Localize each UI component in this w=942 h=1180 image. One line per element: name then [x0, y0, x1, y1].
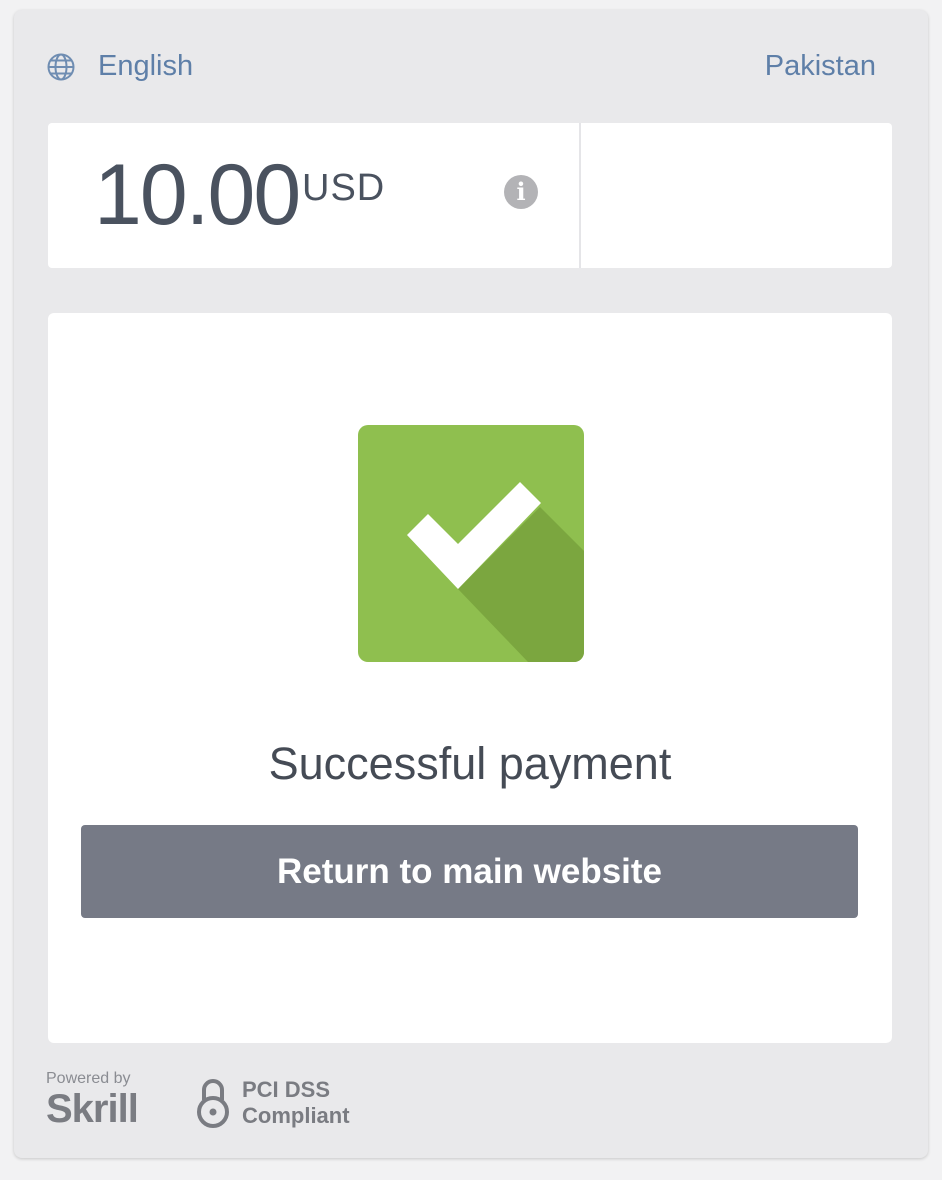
checkmark-icon	[358, 425, 584, 662]
payment-window: English Pakistan 10.00 USD i Successful …	[14, 10, 928, 1158]
amount-divider	[579, 123, 581, 268]
footer: Powered by Skrill PCI DSS Compliant	[46, 1070, 906, 1150]
pci-line-1: PCI DSS	[242, 1077, 331, 1102]
success-message: Successful payment	[268, 738, 672, 789]
language-label: English	[98, 50, 194, 82]
lock-icon	[197, 1079, 229, 1128]
top-bar: English Pakistan	[14, 10, 928, 122]
powered-by-label: Powered by	[46, 1070, 131, 1087]
pci-dss-text: PCI DSS Compliant	[242, 1077, 350, 1129]
result-card: Successful payment Return to main websit…	[48, 313, 892, 1043]
info-icon[interactable]: i	[504, 175, 538, 209]
country-selector[interactable]: Pakistan	[765, 50, 876, 83]
powered-by-skrill[interactable]: Powered by Skrill	[46, 1070, 139, 1131]
skrill-logo: Skrill	[46, 1087, 139, 1131]
amount-card: 10.00 USD i	[48, 123, 892, 268]
amount-currency: USD	[302, 167, 386, 209]
pci-line-2: Compliant	[242, 1103, 350, 1128]
globe-icon	[47, 53, 75, 80]
return-to-website-button[interactable]: Return to main website	[81, 825, 858, 918]
amount-value: 10.00	[94, 147, 301, 243]
pci-dss-badge: PCI DSS Compliant	[196, 1076, 350, 1130]
language-selector[interactable]: English	[46, 50, 193, 83]
